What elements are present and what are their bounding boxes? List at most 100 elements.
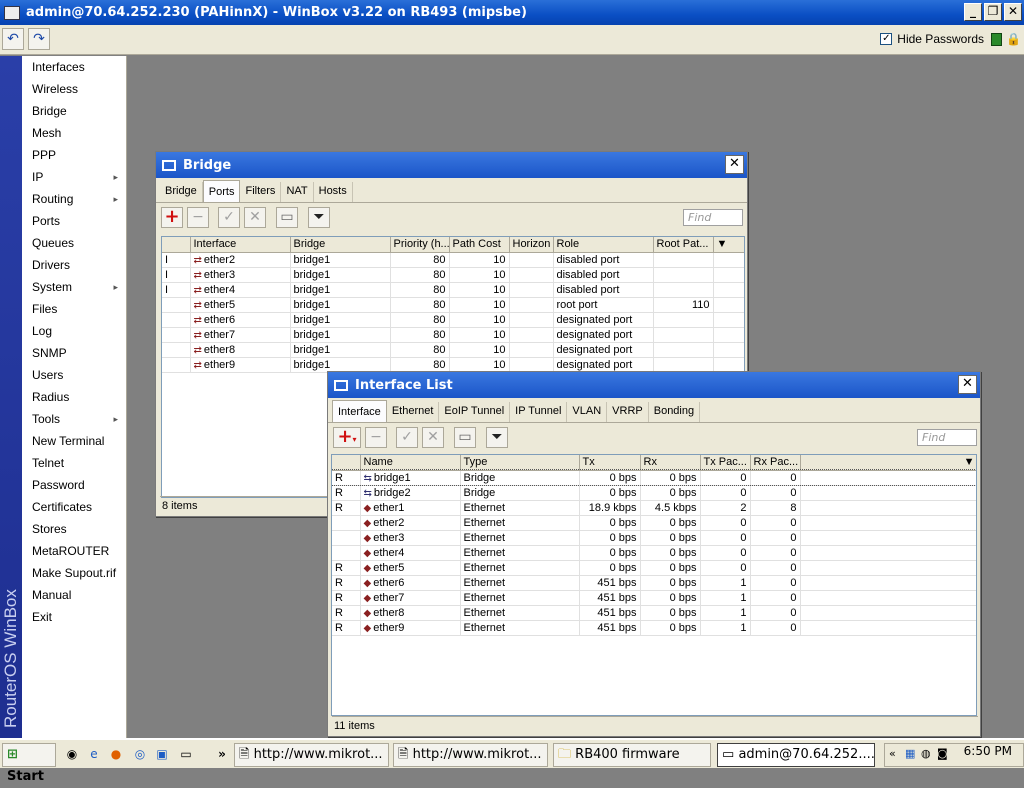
menu-item-make-supout-rif[interactable]: Make Supout.rif xyxy=(22,562,126,584)
table-row[interactable]: ◆ ether3 Ethernet 0 bps 0 bps 0 0 xyxy=(332,530,976,546)
filter-button[interactable]: ⏷ xyxy=(308,207,330,228)
menu-item-metarouter[interactable]: MetaROUTER xyxy=(22,540,126,562)
ie-browser-icon[interactable]: e xyxy=(86,746,102,762)
menu-item-drivers[interactable]: Drivers xyxy=(22,254,126,276)
taskbar-task-4[interactable]: ▭ admin@70.64.252.... xyxy=(717,743,875,767)
bridge-find-input[interactable]: Find xyxy=(683,209,743,226)
table-row[interactable]: R ⇆ bridge2 Bridge 0 bps 0 bps 0 0 xyxy=(332,485,976,501)
quicklaunch-icon-3[interactable]: ▣ xyxy=(154,746,170,762)
table-row[interactable]: ⇄ ether6 bridge1 80 10 designated port xyxy=(162,312,744,328)
menu-item-files[interactable]: Files xyxy=(22,298,126,320)
comment-button[interactable]: ▭ xyxy=(454,427,476,448)
table-row[interactable]: R ◆ ether8 Ethernet 451 bps 0 bps 1 0 xyxy=(332,605,976,621)
taskbar-task-1[interactable]: 🗎 http://www.mikrot... xyxy=(234,743,389,767)
interface-find-input[interactable]: Find xyxy=(917,429,977,446)
menu-item-ports[interactable]: Ports xyxy=(22,210,126,232)
more-icon[interactable]: » xyxy=(214,746,230,762)
undo-button[interactable]: ↶ xyxy=(2,28,24,50)
enable-button[interactable]: ✓ xyxy=(396,427,418,448)
menu-item-wireless[interactable]: Wireless xyxy=(22,78,126,100)
menu-item-log[interactable]: Log xyxy=(22,320,126,342)
bridge-window-title-bar[interactable]: Bridge ✕ xyxy=(156,152,747,178)
column-header[interactable]: Tx Pac... xyxy=(700,455,751,471)
table-row[interactable]: ⇄ ether5 bridge1 80 10 root port 110 xyxy=(162,297,744,313)
menu-item-ppp[interactable]: PPP xyxy=(22,144,126,166)
disable-button[interactable]: ✕ xyxy=(244,207,266,228)
table-row[interactable]: I ⇄ ether2 bridge1 80 10 disabled port xyxy=(162,252,744,268)
column-header[interactable]: Rx xyxy=(640,455,701,471)
column-header[interactable]: Type xyxy=(460,455,580,471)
quicklaunch-icon-2[interactable]: ◎ xyxy=(132,746,148,762)
hide-passwords-checkbox[interactable]: ✓ xyxy=(880,33,893,45)
tray-icon[interactable]: ◍ xyxy=(921,747,931,760)
menu-item-telnet[interactable]: Telnet xyxy=(22,452,126,474)
interface-list-close-button[interactable]: ✕ xyxy=(958,375,977,394)
column-header[interactable]: Priority (h... xyxy=(390,237,450,253)
column-menu-icon[interactable]: ▼ xyxy=(800,455,976,471)
column-header[interactable]: Name xyxy=(360,455,461,471)
menu-item-bridge[interactable]: Bridge xyxy=(22,100,126,122)
table-row[interactable]: ⇄ ether7 bridge1 80 10 designated port xyxy=(162,327,744,343)
column-header[interactable]: Horizon xyxy=(509,237,554,253)
tab-interface[interactable]: Interface xyxy=(332,400,387,422)
menu-item-ip[interactable]: IP ▸ xyxy=(22,166,126,188)
tab-nat[interactable]: NAT xyxy=(281,182,314,202)
menu-item-interfaces[interactable]: Interfaces xyxy=(22,56,126,78)
filter-button[interactable]: ⏷ xyxy=(486,427,508,448)
tab-ip-tunnel[interactable]: IP Tunnel xyxy=(510,402,568,422)
interface-list-window[interactable]: Interface List ✕ Interface Ethernet EoIP T… xyxy=(327,371,981,737)
minimize-button[interactable]: _ xyxy=(964,3,982,21)
column-header[interactable]: Bridge xyxy=(290,237,391,253)
table-row[interactable]: R ◆ ether6 Ethernet 451 bps 0 bps 1 0 xyxy=(332,575,976,591)
add-button[interactable]: + xyxy=(161,207,183,228)
menu-item-system[interactable]: System ▸ xyxy=(22,276,126,298)
table-row[interactable]: ◆ ether4 Ethernet 0 bps 0 bps 0 0 xyxy=(332,545,976,561)
remove-button[interactable]: − xyxy=(365,427,387,448)
tray-icon-2[interactable]: ◙ xyxy=(937,747,948,760)
taskbar-task-3[interactable]: 🗀 RB400 firmware xyxy=(553,743,711,767)
tab-eoip-tunnel[interactable]: EoIP Tunnel xyxy=(439,402,511,422)
redo-button[interactable]: ↷ xyxy=(28,28,50,50)
table-row[interactable]: I ⇄ ether3 bridge1 80 10 disabled port xyxy=(162,267,744,283)
tab-hosts[interactable]: Hosts xyxy=(314,182,353,202)
enable-button[interactable]: ✓ xyxy=(218,207,240,228)
table-row[interactable]: ⇄ ether9 bridge1 80 10 designated port xyxy=(162,357,744,373)
menu-item-users[interactable]: Users xyxy=(22,364,126,386)
menu-item-new-terminal[interactable]: New Terminal xyxy=(22,430,126,452)
tab-ethernet[interactable]: Ethernet xyxy=(387,402,440,422)
tab-vlan[interactable]: VLAN xyxy=(567,402,608,422)
tab-bridge[interactable]: Bridge xyxy=(160,182,203,202)
menu-item-exit[interactable]: Exit xyxy=(22,606,126,628)
remove-button[interactable]: − xyxy=(187,207,209,228)
bridge-close-button[interactable]: ✕ xyxy=(725,155,744,174)
table-row[interactable]: R ◆ ether5 Ethernet 0 bps 0 bps 0 0 xyxy=(332,560,976,576)
table-row[interactable]: R ⇆ bridge1 Bridge 0 bps 0 bps 0 0 xyxy=(332,469,976,486)
add-button[interactable]: +▾ xyxy=(333,427,361,448)
menu-item-routing[interactable]: Routing ▸ xyxy=(22,188,126,210)
start-button[interactable]: ⊞ Start xyxy=(2,743,56,784)
column-header[interactable]: Role xyxy=(553,237,654,253)
menu-item-certificates[interactable]: Certificates xyxy=(22,496,126,518)
quicklaunch-icon[interactable]: ◉ xyxy=(64,746,80,762)
menu-item-mesh[interactable]: Mesh xyxy=(22,122,126,144)
tray-expand-icon[interactable]: « xyxy=(889,747,896,760)
network-icon[interactable]: ▦ xyxy=(905,747,915,760)
menu-item-manual[interactable]: Manual xyxy=(22,584,126,606)
menu-item-queues[interactable]: Queues xyxy=(22,232,126,254)
table-row[interactable]: R ◆ ether7 Ethernet 451 bps 0 bps 1 0 xyxy=(332,590,976,606)
tab-ports[interactable]: Ports xyxy=(202,180,241,202)
column-header[interactable]: Rx Pac... xyxy=(750,455,801,471)
taskbar-task-2[interactable]: 🗎 http://www.mikrot... xyxy=(393,743,548,767)
menu-item-stores[interactable]: Stores xyxy=(22,518,126,540)
menu-item-password[interactable]: Password xyxy=(22,474,126,496)
maximize-button[interactable]: ❐ xyxy=(984,3,1002,21)
table-row[interactable]: I ⇄ ether4 bridge1 80 10 disabled port xyxy=(162,282,744,298)
table-row[interactable]: ◆ ether2 Ethernet 0 bps 0 bps 0 0 xyxy=(332,515,976,531)
hide-passwords-toggle[interactable]: ✓ Hide Passwords xyxy=(880,32,984,46)
close-button[interactable]: ✕ xyxy=(1004,3,1022,21)
main-title-bar[interactable]: admin@70.64.252.230 (PAHinnX) - WinBox v… xyxy=(0,0,1024,25)
table-row[interactable]: ⇄ ether8 bridge1 80 10 designated port xyxy=(162,342,744,358)
column-header[interactable]: Tx xyxy=(579,455,641,471)
column-header[interactable]: Path Cost xyxy=(449,237,510,253)
interface-list-title-bar[interactable]: Interface List ✕ xyxy=(328,372,980,398)
